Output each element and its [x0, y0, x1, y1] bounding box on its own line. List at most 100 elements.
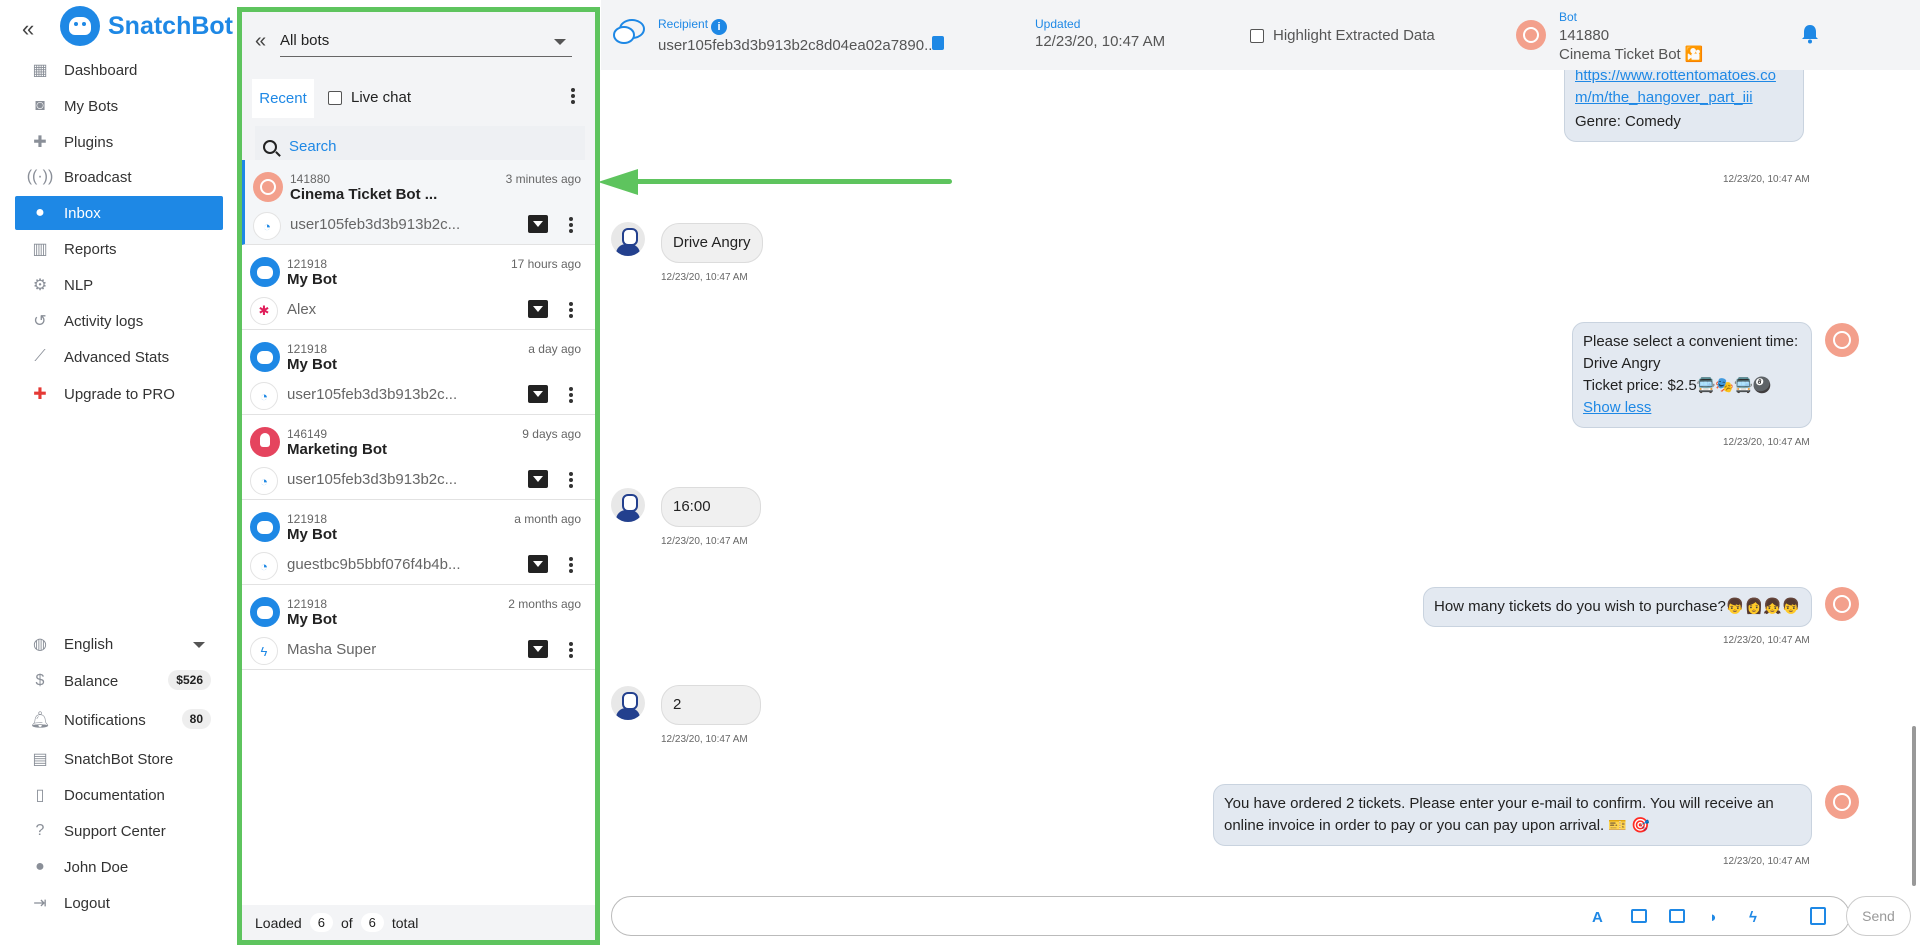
- nav-item-dashboard[interactable]: ▦ Dashboard: [15, 53, 223, 87]
- live-chat-checkbox[interactable]: [328, 90, 342, 105]
- conversation-user: user105feb3d3b913b2c...: [290, 216, 461, 233]
- text-format-icon[interactable]: A: [1592, 909, 1608, 926]
- collapse-sidebar-icon[interactable]: «: [22, 16, 34, 42]
- nav-item-plugins[interactable]: ✚ Plugins: [15, 125, 223, 159]
- notification-bell-icon[interactable]: [1801, 24, 1819, 44]
- nav-item-user[interactable]: ● John Doe: [15, 850, 223, 884]
- language-value: English: [64, 635, 114, 653]
- nav-label: Logout: [64, 894, 110, 912]
- brand-name: SnatchBot: [108, 11, 233, 40]
- image-icon[interactable]: [1631, 909, 1647, 923]
- nav-item-logout[interactable]: ⇥ Logout: [15, 886, 223, 920]
- more-options-icon[interactable]: [571, 88, 575, 104]
- highlight-extracted-toggle[interactable]: Highlight Extracted Data: [1250, 27, 1435, 44]
- conversation-item[interactable]: 121918 2 months ago My Bot ϟ Masha Super: [242, 585, 595, 670]
- share-icon[interactable]: [1810, 907, 1826, 925]
- gallery-icon[interactable]: [1669, 909, 1685, 923]
- archive-icon[interactable]: [528, 300, 548, 318]
- message-line: Drive Angry: [1583, 355, 1661, 372]
- send-button[interactable]: Send: [1846, 896, 1911, 936]
- message-timestamp: 12/23/20, 10:47 AM: [1723, 635, 1810, 646]
- live-chat-label: Live chat: [351, 89, 412, 106]
- nav-item-notifications[interactable]: 🔔︎ Notifications 80: [15, 703, 223, 737]
- webchat-channel-icon: ◔: [250, 382, 278, 410]
- info-icon[interactable]: i: [711, 19, 728, 35]
- conversation-menu-icon[interactable]: [569, 472, 573, 488]
- bot-avatar-film-icon: [253, 172, 283, 202]
- list-footer: Loaded 6 of 6 total: [242, 905, 595, 940]
- conversation-menu-icon[interactable]: [569, 387, 573, 403]
- tab-recent[interactable]: Recent: [252, 79, 314, 118]
- nav-item-activity-logs[interactable]: ↺ Activity logs: [15, 304, 223, 338]
- movie-link-line1[interactable]: https://www.rottentomatoes.co: [1575, 70, 1793, 87]
- nav-item-reports[interactable]: ▥ Reports: [15, 232, 223, 266]
- bot-avatar-film-icon: [1825, 785, 1859, 819]
- archive-icon[interactable]: [528, 215, 548, 233]
- globe-icon: ◍: [33, 636, 47, 653]
- message-composer[interactable]: A ◗ ϟ: [611, 896, 1850, 936]
- bot-avatar-bulb-icon: [250, 427, 280, 457]
- dollar-icon: $: [35, 672, 45, 689]
- main-navigation: « SnatchBot ▦ Dashboard ◙ My Bots ✚ Plug…: [0, 0, 236, 946]
- message-line: You have ordered 2 tickets. Please enter…: [1224, 795, 1774, 812]
- nav-label: Support Center: [64, 822, 166, 840]
- conversation-menu-icon[interactable]: [569, 557, 573, 573]
- activity-icon: ↺: [33, 313, 47, 330]
- rss-icon[interactable]: ◗: [1709, 909, 1725, 926]
- archive-icon[interactable]: [528, 385, 548, 403]
- nav-item-inbox[interactable]: ● Inbox: [15, 196, 223, 230]
- conversation-item[interactable]: 141880 3 minutes ago Cinema Ticket Bot .…: [242, 160, 595, 245]
- collapse-list-icon[interactable]: «: [255, 30, 266, 53]
- nav-label: NLP: [64, 276, 94, 294]
- nlp-icon: ⚙: [32, 277, 48, 294]
- highlight-checkbox[interactable]: [1250, 28, 1264, 43]
- conversation-bot-id: 121918: [287, 597, 328, 611]
- archive-icon[interactable]: [528, 640, 548, 658]
- puzzle-icon: ✚: [33, 134, 47, 151]
- nav-item-store[interactable]: ▤ SnatchBot Store: [15, 742, 223, 776]
- nav-label: Documentation: [64, 786, 165, 804]
- movie-link-line2[interactable]: m/m/the_hangover_part_iii: [1575, 87, 1793, 109]
- user-avatar: [611, 686, 645, 720]
- lightning-icon[interactable]: ϟ: [1749, 909, 1765, 926]
- bot-filter-select[interactable]: All bots: [280, 27, 572, 57]
- conversation-user: user105feb3d3b913b2c...: [287, 471, 458, 488]
- nav-item-support[interactable]: ? Support Center: [15, 814, 223, 848]
- copy-icon[interactable]: [932, 36, 944, 50]
- conversation-menu-icon[interactable]: [569, 302, 573, 318]
- conversation-menu-icon[interactable]: [569, 642, 573, 658]
- nav-label: John Doe: [64, 858, 129, 876]
- nav-item-balance[interactable]: $ Balance $526: [15, 664, 223, 698]
- nav-item-nlp[interactable]: ⚙ NLP: [15, 268, 223, 302]
- upgrade-icon: ✚: [33, 386, 47, 403]
- conversation-time: a month ago: [514, 512, 581, 526]
- nav-item-my-bots[interactable]: ◙ My Bots: [15, 89, 223, 123]
- nav-item-upgrade[interactable]: ✚ Upgrade to PRO: [15, 377, 223, 411]
- conversation-menu-icon[interactable]: [569, 217, 573, 233]
- nav-item-advanced-stats[interactable]: ⟋ Advanced Stats: [15, 340, 223, 374]
- nav-item-documentation[interactable]: ▯ Documentation: [15, 778, 223, 812]
- conversation-bot-name: My Bot: [287, 526, 337, 543]
- message-scrollbar[interactable]: [1912, 726, 1916, 886]
- archive-icon[interactable]: [528, 470, 548, 488]
- conversation-bot-name: Marketing Bot: [287, 441, 388, 458]
- bell-icon: 🔔︎: [29, 712, 51, 729]
- conversation-item[interactable]: 121918 a day ago My Bot ◔ user105feb3d3b…: [242, 330, 595, 415]
- language-selector[interactable]: ◍ English: [15, 627, 223, 661]
- archive-icon[interactable]: [528, 555, 548, 573]
- conversation-user: user105feb3d3b913b2c...: [287, 386, 458, 403]
- nav-label: My Bots: [64, 97, 119, 115]
- logo[interactable]: SnatchBot: [60, 6, 233, 46]
- bot-label: Bot: [1559, 10, 1578, 24]
- nav-item-broadcast[interactable]: ((·)) Broadcast: [15, 160, 223, 194]
- conversation-item[interactable]: 146149 9 days ago Marketing Bot ◔ user10…: [242, 415, 595, 500]
- live-chat-toggle[interactable]: Live chat: [328, 89, 411, 106]
- of-label: of: [340, 914, 353, 931]
- annotation-arrow-line: [632, 179, 952, 184]
- message-thread: https://www.rottentomatoes.co m/m/the_ha…: [601, 70, 1920, 890]
- search-input[interactable]: [289, 138, 569, 155]
- conversation-item[interactable]: 121918 a month ago My Bot ◔ guestbc9b5bb…: [242, 500, 595, 585]
- conversation-item[interactable]: 121918 17 hours ago My Bot ✱ Alex: [242, 245, 595, 330]
- show-less-link[interactable]: Show less: [1583, 397, 1801, 419]
- nav-label: Notifications: [64, 711, 146, 729]
